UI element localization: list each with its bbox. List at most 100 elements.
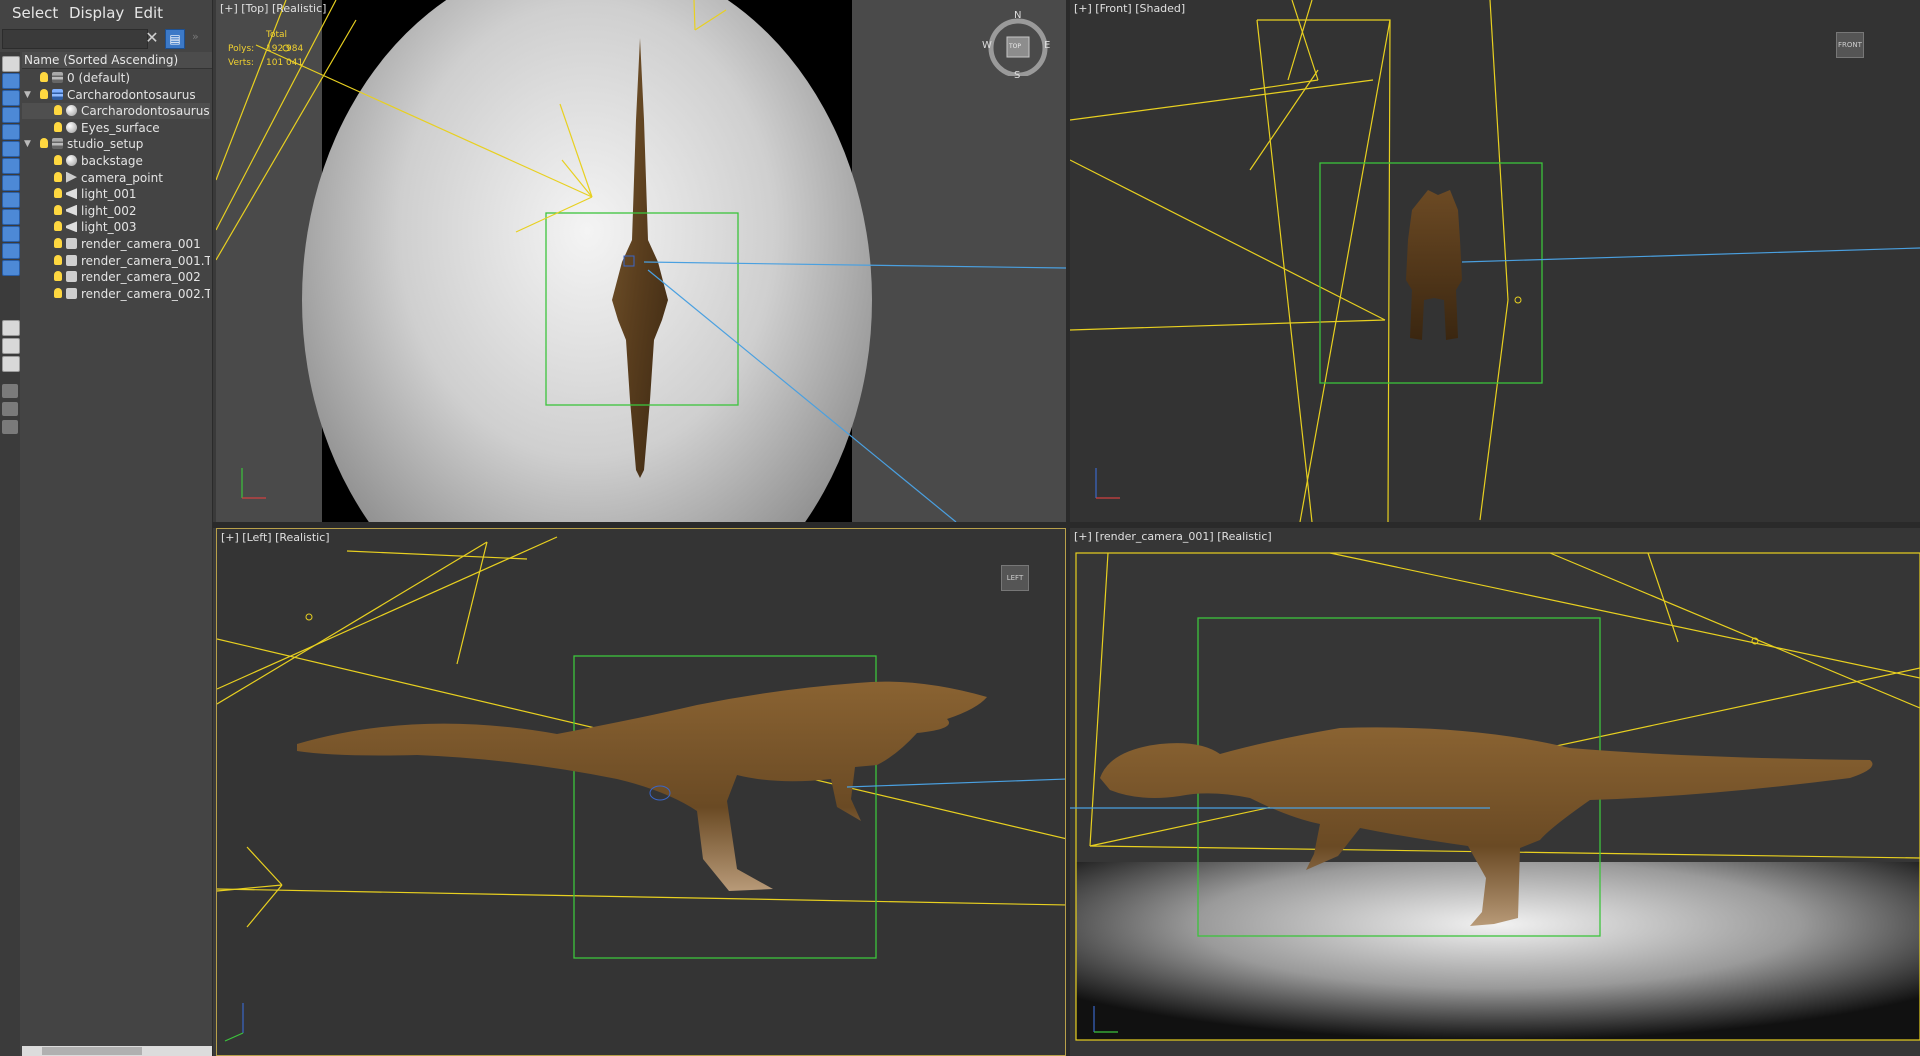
light-filter-icon[interactable] [2,141,20,157]
tree-row[interactable]: camera_point [22,170,210,186]
bulb-icon[interactable] [54,287,62,298]
tree-row-label: render_camera_001 [81,237,201,251]
bulb-icon[interactable] [40,138,48,149]
shape-filter-icon[interactable] [2,124,20,140]
menu-select[interactable]: Select [12,4,58,22]
compass-north: N [1014,10,1022,21]
viewport-label-camera[interactable]: [+] [render_camera_001] [Realistic] [1074,530,1272,543]
axis-gizmo-front [1095,468,1120,499]
bulb-icon[interactable] [54,121,62,132]
close-icon[interactable]: ✕ [144,28,160,47]
tree-row[interactable]: 0 (default) [22,70,210,86]
search-find-icon[interactable]: ▤ [165,29,185,49]
bulb-icon[interactable] [54,171,62,182]
tree-row-label: render_camera_002 [81,270,201,285]
layer-icon [52,138,63,150]
list-icon[interactable] [2,338,20,354]
front-view-canvas [1070,0,1920,522]
geometry-filter-icon[interactable] [2,107,20,123]
xref-filter-icon[interactable] [2,226,20,242]
sphere-icon [66,121,77,133]
bulb-icon[interactable] [40,88,48,99]
viewport-left[interactable]: [+] [Left] [Realistic] LEFT [216,528,1066,1056]
tree-row[interactable]: ▼ studio_setup [22,136,210,152]
sphere-icon [66,105,77,117]
spotlight-area [302,0,872,522]
tree-row[interactable]: light_002 [22,203,210,219]
viewcube-face-top[interactable]: TOP [1009,43,1021,50]
helper-filter-icon[interactable] [2,175,20,191]
stats-polys-label: Polys: [228,44,255,54]
viewport-render-camera[interactable]: [+] [render_camera_001] [Realistic] [1070,528,1920,1056]
display-none-icon[interactable] [2,56,20,72]
bulb-icon[interactable] [54,271,62,282]
bulb-icon[interactable] [54,254,62,265]
tree-row[interactable]: backstage [22,153,210,169]
layer-manager-icon[interactable] [2,420,18,434]
display-invert-icon[interactable] [2,90,20,106]
viewcube-front[interactable]: FRONT [1836,32,1864,58]
viewport-top[interactable]: [+] [Top] [Realistic] Total Polys: 192 98… [216,0,1066,522]
search-input[interactable] [2,29,148,49]
viewport-label-front[interactable]: [+] [Front] [Shaded] [1074,2,1185,15]
light-target [1514,296,1522,304]
compass-west: W [982,40,992,51]
camera-filter-icon[interactable] [2,158,20,174]
tree-row[interactable]: light_003 [22,219,210,235]
bulb-icon[interactable] [54,155,62,165]
tree-row[interactable]: render_camera_002.Target [22,286,210,302]
filter-icon[interactable] [2,384,18,398]
layer-icon [52,88,63,100]
bulb-icon[interactable] [40,72,48,82]
bulb-icon[interactable] [54,188,62,199]
viewport-label-top[interactable]: [+] [Top] [Realistic] [220,2,326,15]
camera-line [1461,247,1920,263]
menu-display[interactable]: Display [69,4,124,22]
tree-row-label: light_003 [81,220,137,235]
dinosaur-front-model [1406,190,1462,340]
tree-row[interactable]: light_001 [22,186,210,202]
top-view-canvas [216,0,1066,522]
viewcube-compass[interactable]: N S E W TOP [982,10,1050,81]
tree-row-label: render_camera_001.Target [81,253,210,268]
viewport-front[interactable]: [+] [Front] [Shaded] FRONT [1070,0,1920,522]
camera-view-canvas [1070,552,1920,1041]
tree-row[interactable]: render_camera_002 [22,269,210,285]
display-all-icon[interactable] [2,73,20,89]
explorer-menubar: Select Display Edit [0,0,212,26]
tree-row[interactable]: Eyes_surface [22,120,210,136]
stats-polys: 192 984 [266,44,304,54]
tree-row-label: light_002 [81,203,137,218]
container-filter-icon[interactable] [2,260,20,276]
bulb-icon[interactable] [54,221,62,232]
horizontal-scrollbar[interactable] [22,1046,212,1056]
compass-south: S [1014,70,1021,81]
left-view-canvas [217,536,1065,1042]
tree-row-label: light_001 [81,187,137,202]
tree-row-label: backstage [81,154,143,168]
tree-row[interactable]: ▼ Carcharodontosaurus [22,87,210,103]
bulb-icon[interactable] [54,105,62,116]
expand-toggle-icon[interactable]: ▼ [24,87,31,103]
spacewarp-filter-icon[interactable] [2,192,20,208]
tree-row[interactable]: render_camera_001.Target [22,253,210,269]
bulb-icon[interactable] [54,238,62,248]
column-header[interactable]: Name (Sorted Ascending) [22,52,212,69]
sort-icon[interactable] [2,320,20,336]
viewport-label-left[interactable]: [+] [Left] [Realistic] [221,531,330,544]
filter-settings-icon[interactable] [2,402,18,416]
expand-toggle-icon[interactable]: ▼ [24,136,31,152]
viewcube-left[interactable]: LEFT [1001,565,1029,591]
tree-row[interactable]: Carcharodontosaurus [22,103,210,120]
scrollbar-thumb[interactable] [42,1047,142,1055]
hierarchy-icon[interactable] [2,356,20,372]
explorer-toolstrip [0,52,20,1056]
bulb-icon[interactable] [54,204,62,215]
bone-filter-icon[interactable] [2,243,20,259]
group-filter-icon[interactable] [2,209,20,225]
dinosaur-side-model [297,681,987,891]
expand-icon[interactable]: » [192,30,199,43]
tree-row[interactable]: render_camera_001 [22,236,210,252]
menu-edit[interactable]: Edit [134,4,163,22]
tree-row-label: 0 (default) [67,71,131,85]
